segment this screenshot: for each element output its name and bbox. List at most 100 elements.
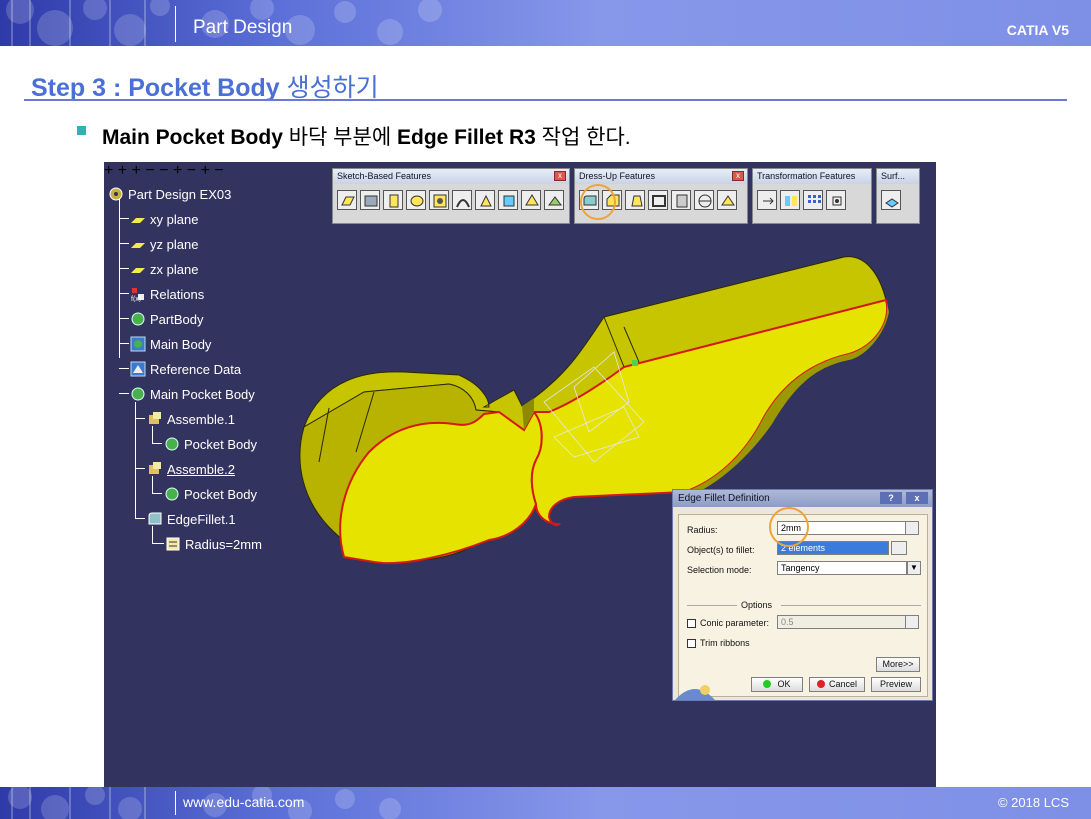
collapse-main-pocket-body[interactable]: −	[145, 162, 154, 179]
conic-checkbox[interactable]	[687, 619, 696, 628]
toolbar-transformation[interactable]: Transformation Features	[752, 168, 872, 224]
bullet-bold-2: Edge Fillet R3	[396, 126, 536, 149]
collapse-assemble-1[interactable]: −	[159, 162, 168, 179]
conic-spinner[interactable]	[905, 615, 919, 629]
shell-icon[interactable]	[648, 190, 668, 210]
step-title-korean: 생성하기	[279, 74, 379, 102]
rib-icon[interactable]	[452, 190, 472, 210]
expand-pocket-body-2[interactable]: +	[201, 162, 210, 179]
pattern-icon[interactable]	[803, 190, 823, 210]
loft-icon[interactable]	[521, 190, 541, 210]
mode-label: Selection mode:	[687, 565, 752, 575]
header-title: Part Design	[193, 17, 293, 38]
thickness-icon[interactable]	[671, 190, 691, 210]
mode-select[interactable]: Tangency	[777, 561, 907, 575]
tree-root[interactable]: Part Design EX03	[108, 184, 231, 204]
ok-button[interactable]: OK	[751, 677, 803, 692]
highlight-ring-radius	[769, 507, 809, 547]
tree-item-label: Assemble.2	[167, 461, 235, 477]
slide: Part Design CATIA V5 Step 3 : Pocket Bod…	[0, 0, 1091, 819]
scaling-icon[interactable]	[826, 190, 846, 210]
expand-relations[interactable]: +	[104, 162, 113, 179]
tree-item-main-pocket-body[interactable]: Main Pocket Body	[130, 384, 255, 404]
tree-item-pocket-body-2[interactable]: Pocket Body	[164, 484, 257, 504]
tree-item-zx-plane[interactable]: zx plane	[130, 259, 198, 279]
stiffener-icon[interactable]	[498, 190, 518, 210]
expand-pocket-body-1[interactable]: +	[173, 162, 182, 179]
remove-loft-icon[interactable]	[544, 190, 564, 210]
svg-text:f(x): f(x)	[131, 296, 141, 302]
tree-item-relations[interactable]: f(x) Relations	[130, 284, 204, 304]
toolbar-title-text: Surf...	[881, 171, 906, 181]
plane-icon	[130, 211, 146, 227]
slot-icon[interactable]	[475, 190, 495, 210]
collapse-assemble-2[interactable]: −	[187, 162, 196, 179]
tree-item-pocket-body-1[interactable]: Pocket Body	[164, 434, 257, 454]
bullet-text-1: 바닥 부분에	[282, 126, 397, 149]
tree-item-assemble-1[interactable]: Assemble.1	[147, 409, 235, 429]
tree-item-xy-plane[interactable]: xy plane	[130, 209, 198, 229]
tree-item-label: xy plane	[150, 211, 199, 227]
toolbar-surface[interactable]: Surf...	[876, 168, 920, 224]
pocket-icon[interactable]	[360, 190, 380, 210]
radius-spinner[interactable]	[905, 521, 919, 535]
highlight-ring-toolbar	[580, 184, 616, 220]
close-icon[interactable]: x	[554, 171, 566, 181]
tree-item-yz-plane[interactable]: yz plane	[130, 234, 198, 254]
tree-item-main-body[interactable]: Main Body	[130, 334, 211, 354]
toolbar-sketch-based[interactable]: Sketch-Based Features x	[332, 168, 570, 224]
body-icon	[130, 311, 146, 327]
remove-face-icon[interactable]	[717, 190, 737, 210]
options-label: Options	[741, 600, 773, 610]
translation-icon[interactable]	[757, 190, 777, 210]
tree-item-label: Pocket Body	[184, 436, 257, 452]
help-button[interactable]: ?	[880, 492, 902, 504]
bullet-text: Main Pocket Body 바닥 부분에 Edge Fillet R3 작…	[102, 121, 631, 151]
close-icon[interactable]: x	[732, 171, 744, 181]
ok-icon	[763, 680, 772, 688]
tree-item-assemble-2[interactable]: Assemble.2	[147, 459, 235, 479]
tree-item-label: PartBody	[150, 311, 204, 327]
body-icon	[130, 386, 146, 402]
expand-reference-data[interactable]: +	[132, 162, 141, 179]
preview-button[interactable]: Preview	[871, 677, 921, 692]
expand-main-body[interactable]: +	[118, 162, 127, 179]
footer-url[interactable]: www.edu-catia.com	[183, 794, 304, 810]
trim-checkbox[interactable]	[687, 639, 696, 648]
toolbar-title: Dress-Up Features x	[575, 169, 747, 184]
dialog-corner-decoration	[675, 685, 715, 700]
chevron-down-icon[interactable]: ▼	[907, 561, 921, 575]
cancel-button[interactable]: Cancel	[809, 677, 865, 692]
groove-icon[interactable]	[406, 190, 426, 210]
toolbar-row	[333, 184, 569, 216]
reference-data-icon	[130, 361, 146, 377]
draft-icon[interactable]	[625, 190, 645, 210]
toolbar-title: Transformation Features	[753, 169, 871, 184]
bullet-marker	[77, 126, 86, 135]
objects-list-icon[interactable]	[891, 541, 907, 555]
mirror-icon[interactable]	[780, 190, 800, 210]
more-button[interactable]: More>>	[876, 657, 920, 672]
split-icon[interactable]	[881, 190, 901, 210]
pad-icon[interactable]	[337, 190, 357, 210]
tree-item-radius[interactable]: Radius=2mm	[165, 534, 262, 554]
body-icon	[130, 336, 146, 352]
close-button[interactable]: x	[906, 492, 928, 504]
tree-item-reference-data[interactable]: Reference Data	[130, 359, 241, 379]
tree-root-label: Part Design EX03	[128, 186, 232, 202]
cancel-label: Cancel	[828, 679, 857, 689]
conic-field[interactable]: 0.5	[777, 615, 907, 629]
specification-tree[interactable]: Part Design EX03 xy plane yz plane zx pl…	[104, 162, 364, 562]
toolbar-title-text: Dress-Up Features	[579, 171, 656, 181]
collapse-edgefillet[interactable]: −	[214, 162, 223, 179]
shaft-icon[interactable]	[383, 190, 403, 210]
catia-viewport[interactable]: Part Design EX03 xy plane yz plane zx pl…	[104, 162, 936, 787]
hole-icon[interactable]	[429, 190, 449, 210]
body-icon	[164, 486, 180, 502]
tree-item-edgefillet-1[interactable]: EdgeFillet.1	[147, 509, 236, 529]
tree-item-partbody[interactable]: PartBody	[130, 309, 203, 329]
thread-icon[interactable]	[694, 190, 714, 210]
tree-item-label: Relations	[150, 286, 205, 302]
footer-divider	[175, 791, 176, 815]
bullet-bold-1: Main Pocket Body	[102, 126, 283, 149]
